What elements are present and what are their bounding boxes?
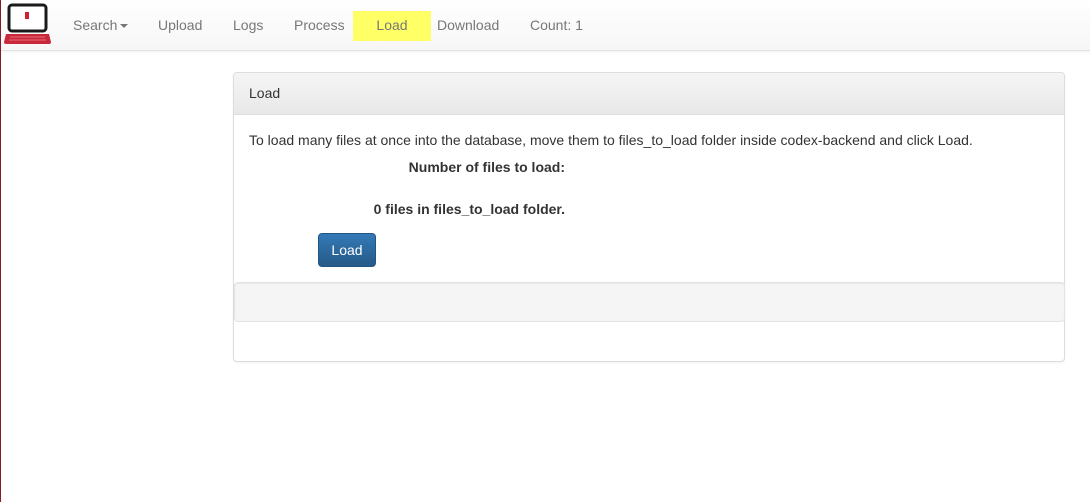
nav-count[interactable]: Count: 1 bbox=[530, 11, 583, 41]
panel-title: Load bbox=[234, 73, 1064, 115]
nav-download[interactable]: Download bbox=[437, 11, 499, 41]
nav-load[interactable]: Load bbox=[353, 11, 431, 41]
nav-search-dropdown[interactable]: Search bbox=[73, 11, 129, 41]
nav-upload[interactable]: Upload bbox=[158, 11, 202, 41]
top-navbar: Search Upload Logs Process Load Download… bbox=[1, 0, 1090, 51]
files-count-label: Number of files to load: bbox=[408, 159, 565, 175]
nav-search-label: Search bbox=[73, 17, 118, 33]
load-description: To load many files at once into the data… bbox=[249, 132, 973, 148]
nav-process[interactable]: Process bbox=[294, 11, 345, 41]
files-status-text: 0 files in files_to_load folder. bbox=[373, 201, 565, 217]
panel-body: To load many files at once into the data… bbox=[234, 115, 1065, 361]
load-button[interactable]: Load bbox=[318, 233, 376, 267]
caret-down-icon bbox=[120, 24, 129, 29]
load-output-well bbox=[234, 282, 1065, 322]
nav-logs[interactable]: Logs bbox=[233, 11, 263, 41]
load-panel: Load To load many files at once into the… bbox=[233, 72, 1065, 362]
laptop-logo-icon[interactable] bbox=[4, 2, 52, 46]
